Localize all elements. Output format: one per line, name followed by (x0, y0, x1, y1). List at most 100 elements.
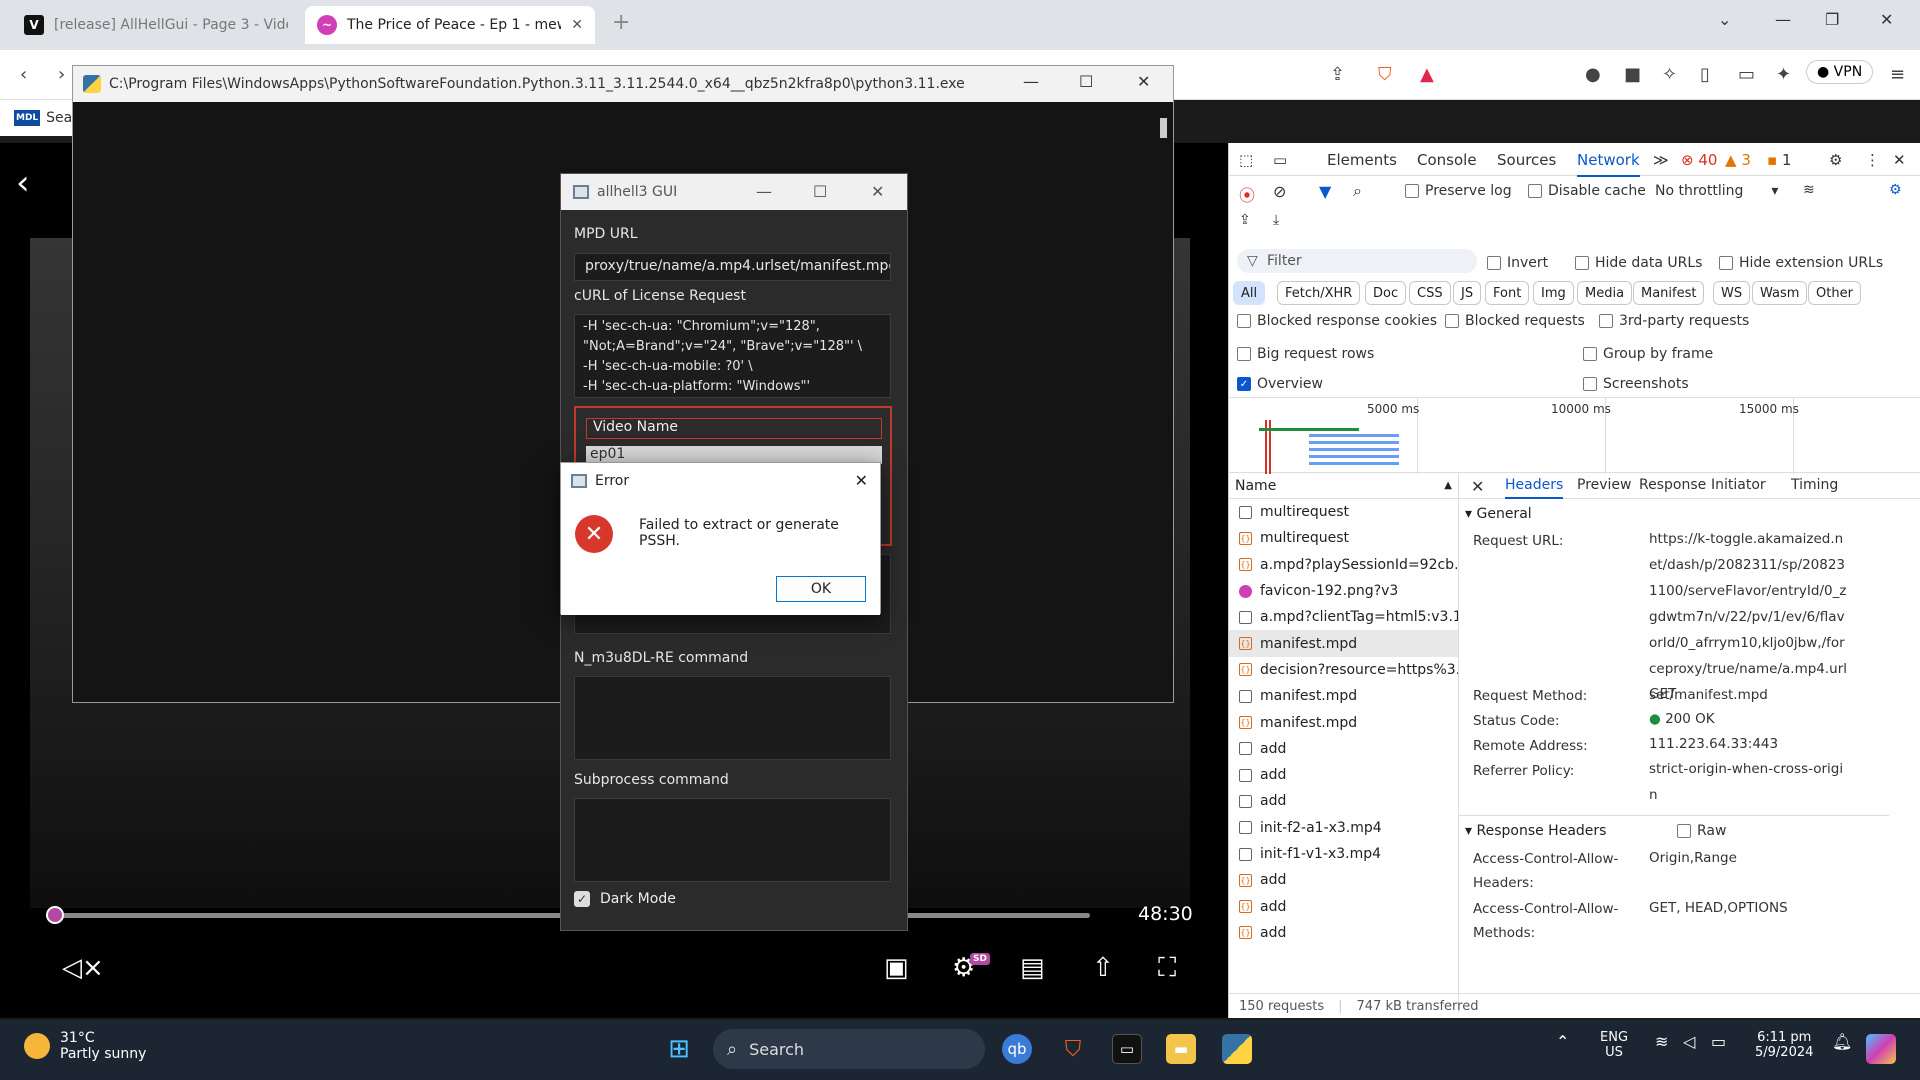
screenshots-checkbox[interactable]: Screenshots (1583, 376, 1689, 392)
request-row[interactable]: {} manifest.mpd (1229, 709, 1458, 735)
request-row[interactable]: {} add (1229, 920, 1458, 946)
close-details-icon[interactable]: ✕ (1471, 477, 1484, 496)
gui-close-icon[interactable]: ✕ (871, 182, 884, 201)
fullscreen-icon[interactable]: ⛶ (1158, 953, 1176, 984)
forward-icon[interactable]: › (58, 64, 65, 85)
nm3u8-command-textarea[interactable] (574, 676, 891, 760)
gui-minimize-icon[interactable]: — (756, 182, 772, 201)
show-hidden-icons-chevron-icon[interactable]: ⌃ (1556, 1032, 1569, 1051)
request-row[interactable]: {} add (1229, 867, 1458, 893)
type-filter-doc[interactable]: Doc (1365, 281, 1407, 305)
detail-tab-response[interactable]: Response (1639, 477, 1706, 493)
subprocess-command-textarea[interactable] (574, 798, 891, 882)
extension-dark-icon[interactable]: ■ (1624, 64, 1641, 85)
import-har-icon[interactable]: ⇪ (1239, 212, 1251, 228)
request-row[interactable]: init-f2-a1-x3.mp4 (1229, 815, 1458, 841)
devtools-settings-icon[interactable]: ⚙ (1829, 151, 1842, 169)
request-row[interactable]: {} multirequest (1229, 525, 1458, 551)
filter-funnel-icon[interactable]: ▼ (1319, 182, 1331, 201)
console-scrollbar[interactable] (1160, 118, 1167, 138)
overview-checkbox[interactable]: ✓ Overview (1237, 376, 1323, 392)
curl-textarea[interactable]: -H 'sec-ch-ua: "Chromium";v="128", "Not;… (574, 314, 891, 398)
devtools-menu-icon[interactable]: ⋮ (1865, 151, 1880, 169)
request-row[interactable]: {} manifest.mpd (1229, 630, 1458, 657)
name-column-header[interactable]: Name ▲ (1229, 473, 1458, 499)
python-taskbar-icon[interactable] (1222, 1034, 1252, 1064)
response-headers-section[interactable]: ▾ Response Headers (1465, 823, 1606, 839)
request-row[interactable]: multirequest (1229, 499, 1458, 525)
general-section[interactable]: ▾ General (1465, 506, 1532, 522)
qbittorrent-icon[interactable]: qb (1002, 1034, 1032, 1064)
wallet-icon[interactable]: ▭ (1738, 64, 1755, 85)
console-titlebar[interactable]: C:\Program Files\WindowsApps\PythonSoftw… (73, 66, 1173, 102)
type-filter-wasm[interactable]: Wasm (1752, 281, 1808, 305)
share-icon[interactable]: ⇪ (1330, 64, 1345, 85)
blocked-response-cookies-checkbox[interactable]: Blocked response cookies (1237, 313, 1437, 329)
error-dialog[interactable]: Error ✕ ✕ Failed to extract or generate … (560, 462, 881, 615)
episodes-icon[interactable]: ▣ (884, 953, 909, 983)
clear-icon[interactable]: ⊘ (1273, 182, 1286, 201)
preserve-log-checkbox[interactable]: Preserve log (1405, 183, 1512, 199)
record-icon[interactable]: ⦿ (1239, 182, 1255, 206)
sidebar-icon[interactable]: ▯ (1700, 64, 1710, 85)
request-row[interactable]: add (1229, 762, 1458, 788)
share-video-icon[interactable]: ⇧ (1092, 953, 1114, 983)
warning-count[interactable]: ▲ 3 (1725, 151, 1751, 169)
hide-extension-urls-checkbox[interactable]: Hide extension URLs (1719, 255, 1883, 271)
tab-search-chevron-icon[interactable]: ⌄ (1718, 10, 1731, 29)
browser-tab-price-of-peace[interactable]: ~ The Price of Peace - Ep 1 - mew ✕ (305, 6, 595, 44)
type-filter-css[interactable]: CSS (1409, 281, 1451, 305)
mpd-url-input[interactable]: proxy/true/name/a.mp4.urlset/manifest.mp… (574, 253, 891, 281)
type-filter-fetch-xhr[interactable]: Fetch/XHR (1277, 281, 1361, 305)
vpn-button[interactable]: ● VPN (1806, 60, 1874, 84)
copilot-icon[interactable] (1866, 1034, 1896, 1064)
hide-data-urls-checkbox[interactable]: Hide data URLs (1575, 255, 1702, 271)
seek-knob[interactable] (46, 906, 64, 924)
request-row[interactable]: manifest.mpd (1229, 683, 1458, 709)
network-overview-timeline[interactable]: 5000 ms 10000 ms 15000 ms (1229, 397, 1920, 474)
blocked-requests-checkbox[interactable]: Blocked requests (1445, 313, 1585, 329)
restore-icon[interactable]: ❐ (1825, 10, 1839, 29)
brave-rewards-icon[interactable]: ▲ (1420, 64, 1434, 85)
tab-sources[interactable]: Sources (1497, 151, 1556, 169)
type-filter-font[interactable]: Font (1485, 281, 1530, 305)
raw-checkbox[interactable]: Raw (1677, 823, 1726, 839)
new-tab-icon[interactable]: + (612, 10, 630, 35)
menu-icon[interactable]: ≡ (1890, 64, 1905, 85)
tab-elements[interactable]: Elements (1327, 151, 1397, 169)
type-filter-js[interactable]: JS (1453, 281, 1482, 305)
back-icon[interactable]: ‹ (20, 64, 27, 85)
tab-network[interactable]: Network (1577, 151, 1640, 177)
export-har-icon[interactable]: ⤓ (1273, 212, 1279, 228)
browser-tab-allhellgui[interactable]: V [release] AllHellGui - Page 3 - Video (12, 6, 300, 44)
console-maximize-icon[interactable]: ☐ (1079, 72, 1093, 91)
gui-titlebar[interactable]: allhell3 GUI — ☐ ✕ (561, 174, 907, 210)
invert-checkbox[interactable]: Invert (1487, 255, 1548, 271)
error-titlebar[interactable]: Error ✕ (561, 463, 880, 499)
battery-icon[interactable]: ▭ (1711, 1032, 1726, 1051)
request-row[interactable]: {} decision?resource=https%3... (1229, 657, 1458, 683)
request-row[interactable]: favicon-192.png?v3 (1229, 578, 1458, 604)
brave-browser-icon[interactable]: ⛉ (1058, 1034, 1088, 1064)
filter-input[interactable]: ▽ Filter (1237, 249, 1477, 273)
start-windows-icon[interactable]: ⊞ (664, 1034, 694, 1064)
type-filter-ws[interactable]: WS (1713, 281, 1751, 305)
weather-widget[interactable]: 31°C Partly sunny (24, 1030, 146, 1062)
request-row[interactable]: init-f1-v1-x3.mp4 (1229, 841, 1458, 867)
issue-count[interactable]: ▪ 1 (1767, 151, 1791, 169)
network-conditions-icon[interactable]: ≋ (1803, 182, 1815, 198)
language-indicator[interactable]: ENG US (1600, 1030, 1628, 1060)
network-settings-icon[interactable]: ⚙ (1889, 182, 1902, 198)
volume-icon[interactable]: ◁ (1683, 1032, 1695, 1051)
dark-mode-checkbox[interactable]: ✓ Dark Mode (574, 891, 676, 907)
request-row[interactable]: {} add (1229, 893, 1458, 919)
terminal-icon[interactable]: ▭ (1112, 1034, 1142, 1064)
type-filter-all[interactable]: All (1233, 281, 1266, 305)
extension-colorful-icon[interactable]: ● (1585, 64, 1601, 85)
detail-tab-timing[interactable]: Timing (1791, 477, 1838, 493)
tab-console[interactable]: Console (1417, 151, 1477, 169)
notification-bell-icon[interactable]: 🔔︎ (1832, 1032, 1852, 1051)
minimize-icon[interactable]: — (1775, 10, 1791, 29)
console-minimize-icon[interactable]: — (1023, 72, 1039, 91)
wifi-icon[interactable]: ≋ (1655, 1032, 1668, 1051)
